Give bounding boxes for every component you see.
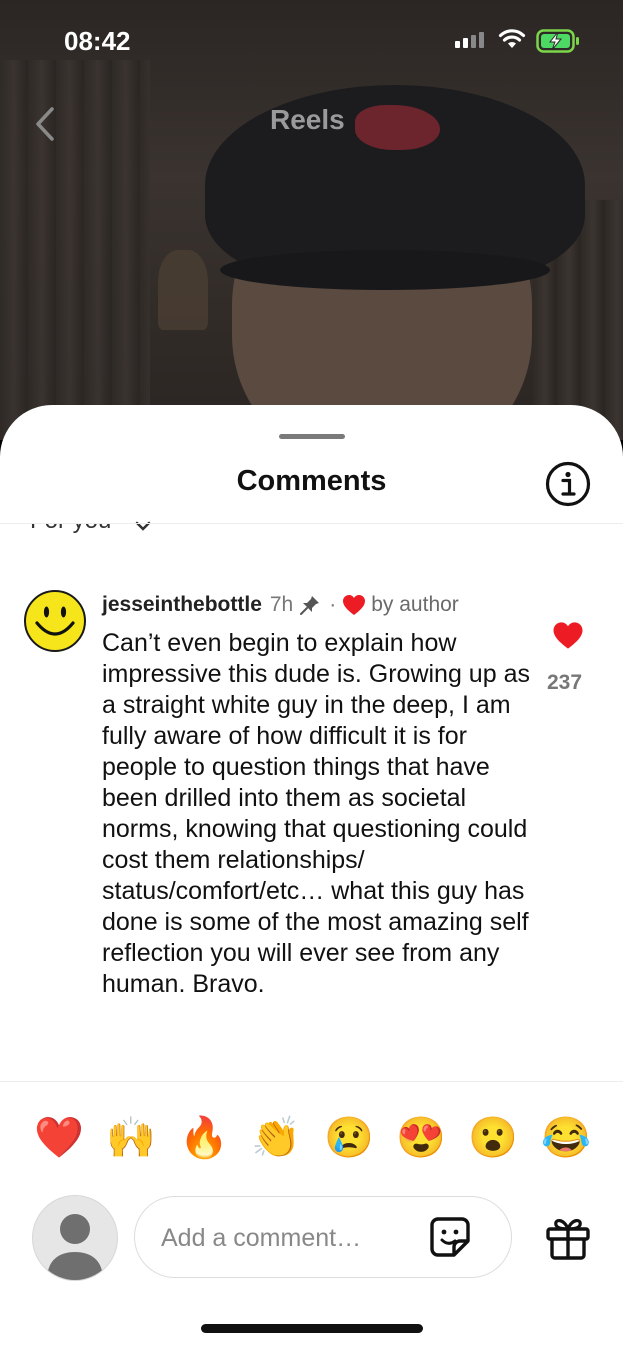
reaction-surprised[interactable]: 😮 bbox=[468, 1113, 518, 1163]
status-bar: 08:42 bbox=[0, 0, 623, 80]
commenter-avatar[interactable] bbox=[24, 590, 86, 652]
footer-divider bbox=[0, 1081, 623, 1082]
video-cap-brim bbox=[220, 250, 550, 290]
reaction-raising-hands[interactable]: 🙌 bbox=[106, 1113, 156, 1163]
wifi-icon bbox=[498, 29, 526, 48]
comment-input[interactable] bbox=[159, 1217, 423, 1259]
heart-icon bbox=[343, 595, 366, 615]
like-count: 237 bbox=[547, 671, 583, 694]
sort-selector[interactable]: For you bbox=[30, 524, 111, 537]
reaction-laughing[interactable]: 😂 bbox=[541, 1113, 591, 1163]
comment-body: Can’t even begin to explain how impressi… bbox=[102, 629, 530, 998]
sticker-icon[interactable] bbox=[428, 1215, 472, 1259]
default-user-icon bbox=[47, 1214, 103, 1280]
cellular-signal-icon bbox=[455, 32, 484, 48]
comments-sheet: Comments For you jesseinthebottle 7h · b… bbox=[0, 405, 623, 1350]
separator-dot: · bbox=[329, 593, 337, 616]
header-divider bbox=[0, 523, 623, 524]
reaction-fire[interactable]: 🔥 bbox=[179, 1113, 229, 1163]
video-statue bbox=[158, 250, 208, 330]
reaction-heart-eyes[interactable]: 😍 bbox=[396, 1113, 446, 1163]
quick-reactions-bar: ❤️ 🙌 🔥 👏 😢 😍 😮 😂 bbox=[0, 1113, 623, 1173]
reaction-clapping[interactable]: 👏 bbox=[251, 1113, 301, 1163]
chevron-left-icon[interactable] bbox=[32, 106, 58, 142]
video-cap-logo bbox=[355, 105, 440, 150]
comment-header: jesseinthebottle 7h · by author bbox=[102, 593, 459, 617]
battery-charging-icon bbox=[536, 29, 579, 53]
info-icon[interactable] bbox=[545, 461, 591, 507]
sheet-title: Comments bbox=[236, 465, 387, 497]
status-time: 08:42 bbox=[64, 26, 131, 56]
comment-input-container bbox=[134, 1196, 512, 1278]
reaction-crying[interactable]: 😢 bbox=[324, 1113, 374, 1163]
video-curtain bbox=[0, 60, 150, 440]
liked-by-author-label: by author bbox=[371, 593, 459, 616]
current-user-avatar[interactable] bbox=[32, 1195, 118, 1281]
sheet-drag-handle[interactable] bbox=[279, 434, 345, 439]
home-indicator[interactable] bbox=[201, 1324, 423, 1333]
comment-username[interactable]: jesseinthebottle bbox=[102, 593, 262, 617]
reaction-heart[interactable]: ❤️ bbox=[34, 1113, 84, 1163]
like-heart-icon[interactable] bbox=[552, 621, 584, 650]
comment-time: 7h bbox=[269, 593, 294, 616]
chevron-down-icon[interactable] bbox=[134, 520, 152, 532]
pin-icon bbox=[300, 596, 320, 615]
gift-icon[interactable] bbox=[544, 1215, 592, 1261]
page-title: Reels bbox=[270, 104, 345, 135]
